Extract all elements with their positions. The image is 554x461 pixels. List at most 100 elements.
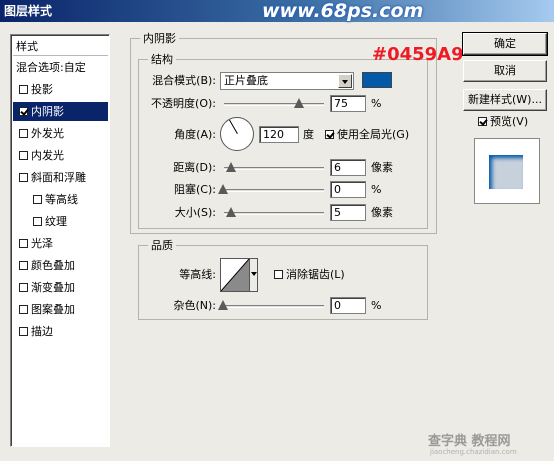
anti-alias-option[interactable]: 消除锯齿(L) [274, 267, 345, 283]
style-list-item-label: 光泽 [31, 237, 53, 250]
global-light-option[interactable]: 使用全局光(G) [325, 127, 409, 143]
slider-thumb[interactable] [218, 184, 228, 194]
style-list-item-label: 内发光 [31, 149, 64, 162]
opacity-slider[interactable] [224, 98, 324, 109]
angle-dial-hand [229, 119, 238, 134]
chevron-down-icon[interactable] [249, 258, 258, 292]
color-annotation: #0459A9 [372, 44, 464, 65]
shadow-color-swatch[interactable] [362, 72, 392, 88]
opacity-unit: % [371, 97, 382, 110]
distance-slider[interactable] [224, 162, 324, 173]
choke-unit: % [371, 183, 382, 196]
style-list-item-pattern-overlay[interactable]: 图案叠加 [13, 300, 108, 319]
preview-option[interactable]: 预览(V) [478, 114, 528, 130]
style-list-item-label: 描边 [31, 325, 53, 338]
stroke-checkbox[interactable] [19, 327, 28, 336]
distance-unit: 像素 [371, 161, 393, 174]
noise-unit: % [371, 299, 382, 312]
contour-checkbox[interactable] [33, 195, 42, 204]
preview-thumbnail [489, 155, 523, 189]
style-list-item-label: 混合选项:自定 [16, 61, 86, 74]
slider-thumb[interactable] [226, 207, 236, 217]
inner-shadow-checkbox[interactable] [19, 107, 28, 116]
preview-checkbox[interactable] [478, 117, 487, 126]
contour-picker[interactable] [220, 258, 258, 292]
global-light-checkbox[interactable] [325, 130, 334, 139]
choke-label: 阻塞(C): [174, 183, 216, 196]
texture-checkbox[interactable] [33, 217, 42, 226]
contour-curve-icon [221, 259, 249, 291]
size-field[interactable]: 5 [330, 204, 366, 221]
style-list-item-label: 纹理 [45, 215, 67, 228]
preview-label: 预览(V) [490, 115, 529, 128]
style-list-item-label: 等高线 [45, 193, 78, 206]
style-list: 样式 混合选项:自定 投影 内阴影 外发光 内发光 斜面和浮雕 等高线 纹理 光… [10, 34, 110, 447]
style-list-item-label: 斜面和浮雕 [31, 171, 86, 184]
drop-shadow-checkbox[interactable] [19, 85, 28, 94]
blend-mode-select[interactable]: 正片叠底 [220, 72, 354, 90]
choke-slider[interactable] [218, 184, 324, 195]
structure-group-title: 结构 [148, 53, 176, 66]
choke-field[interactable]: 0 [330, 181, 366, 198]
opacity-label: 不透明度(O): [151, 97, 216, 110]
style-list-item-label: 外发光 [31, 127, 64, 140]
style-list-item-label: 颜色叠加 [31, 259, 75, 272]
angle-dial[interactable] [220, 117, 254, 151]
site-watermark: www.68ps.com [262, 0, 424, 22]
angle-field[interactable]: 120 [259, 126, 299, 143]
anti-alias-checkbox[interactable] [274, 270, 283, 279]
slider-thumb[interactable] [226, 162, 236, 172]
style-preview [474, 138, 540, 204]
style-list-item-texture[interactable]: 纹理 [13, 212, 108, 231]
ok-button[interactable]: 确定 [462, 32, 548, 56]
style-list-item-gradient-overlay[interactable]: 渐变叠加 [13, 278, 108, 297]
slider-track [224, 212, 324, 215]
inner-shadow-group-title: 内阴影 [140, 32, 179, 45]
style-list-item-satin[interactable]: 光泽 [13, 234, 108, 253]
noise-field[interactable]: 0 [330, 297, 366, 314]
quality-group-title: 品质 [148, 239, 176, 252]
style-list-header[interactable]: 样式 [13, 37, 108, 56]
bevel-emboss-checkbox[interactable] [19, 173, 28, 182]
style-list-item-blending-options[interactable]: 混合选项:自定 [13, 58, 108, 77]
outer-glow-checkbox[interactable] [19, 129, 28, 138]
blend-mode-label: 混合模式(B): [152, 74, 216, 87]
slider-track [224, 167, 324, 170]
slider-track [224, 103, 324, 106]
contour-label: 等高线: [179, 268, 216, 281]
style-list-item-label: 内阴影 [31, 105, 64, 118]
style-list-item-inner-glow[interactable]: 内发光 [13, 146, 108, 165]
noise-label: 杂色(N): [173, 299, 216, 312]
gradient-overlay-checkbox[interactable] [19, 283, 28, 292]
style-list-item-outer-glow[interactable]: 外发光 [13, 124, 108, 143]
inner-glow-checkbox[interactable] [19, 151, 28, 160]
color-overlay-checkbox[interactable] [19, 261, 28, 270]
window-title: 图层样式 [4, 4, 53, 18]
distance-field[interactable]: 6 [330, 159, 366, 176]
chevron-down-icon [338, 74, 352, 88]
pattern-overlay-checkbox[interactable] [19, 305, 28, 314]
size-slider[interactable] [224, 207, 324, 218]
cancel-button[interactable]: 取消 [463, 60, 547, 82]
slider-track [220, 305, 324, 308]
layer-style-dialog: 图层样式 www.68ps.com 样式 混合选项:自定 投影 内阴影 外发光 … [0, 0, 554, 461]
style-list-item-inner-shadow[interactable]: 内阴影 [13, 102, 108, 121]
style-list-item-drop-shadow[interactable]: 投影 [13, 80, 108, 99]
anti-alias-label: 消除锯齿(L) [286, 268, 345, 281]
slider-thumb[interactable] [218, 300, 228, 310]
slider-thumb[interactable] [294, 98, 304, 108]
distance-label: 距离(D): [173, 161, 216, 174]
new-style-button[interactable]: 新建样式(W)... [463, 89, 547, 111]
blend-mode-value: 正片叠底 [224, 74, 268, 87]
noise-slider[interactable] [218, 300, 324, 311]
angle-label: 角度(A): [174, 128, 216, 141]
style-list-item-stroke[interactable]: 描边 [13, 322, 108, 341]
style-list-item-color-overlay[interactable]: 颜色叠加 [13, 256, 108, 275]
size-unit: 像素 [371, 206, 393, 219]
style-list-item-bevel-emboss[interactable]: 斜面和浮雕 [13, 168, 108, 187]
style-list-item-contour[interactable]: 等高线 [13, 190, 108, 209]
satin-checkbox[interactable] [19, 239, 28, 248]
style-list-item-label: 投影 [31, 83, 53, 96]
opacity-field[interactable]: 75 [330, 95, 366, 112]
footer-watermark-url: jiaocheng.chazidian.com [430, 448, 517, 456]
